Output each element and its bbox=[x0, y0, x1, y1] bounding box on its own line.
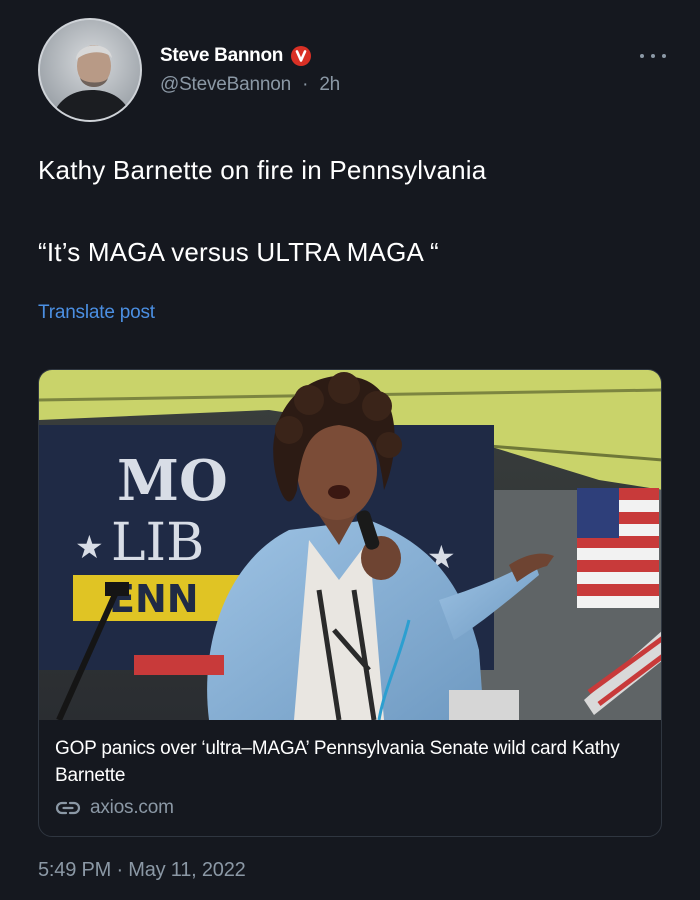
link-preview-card[interactable]: MO LIB ★ ★ ENN GOP panics over ‘ultra–MA… bbox=[38, 369, 662, 837]
translate-post-link[interactable]: Translate post bbox=[38, 302, 155, 324]
author-display-name[interactable]: Steve Bannon bbox=[160, 45, 283, 67]
svg-text:★: ★ bbox=[75, 528, 104, 566]
more-options-icon[interactable] bbox=[640, 50, 666, 62]
american-flag-graphic bbox=[577, 488, 659, 608]
link-card-title[interactable]: GOP panics over ‘ultra–MAGA’ Pennsylvani… bbox=[55, 735, 645, 789]
more-dot bbox=[662, 54, 666, 58]
author-name-row: Steve Bannon bbox=[160, 44, 340, 68]
post-text: Kathy Barnette on fire in Pennsylvania “… bbox=[38, 152, 668, 270]
link-card-body: GOP panics over ‘ultra–MAGA’ Pennsylvani… bbox=[55, 735, 645, 819]
author-meta-row: @SteveBannon · 2h bbox=[160, 74, 340, 96]
post-time-ago[interactable]: 2h bbox=[319, 74, 340, 95]
more-dot bbox=[640, 54, 644, 58]
link-preview-image[interactable]: MO LIB ★ ★ ENN bbox=[39, 370, 662, 720]
more-dot bbox=[651, 54, 655, 58]
link-card-domain-row: axios.com bbox=[55, 797, 645, 819]
verified-badge-icon bbox=[291, 46, 312, 66]
banner-text: LIB bbox=[111, 513, 204, 573]
avatar-photo bbox=[40, 20, 140, 120]
post-timestamp[interactable]: 5:49 PM · May 11, 2022 bbox=[38, 859, 246, 882]
author-handle[interactable]: @SteveBannon bbox=[160, 74, 291, 95]
post-text-line: “It’s MAGA versus ULTRA MAGA “ bbox=[38, 237, 439, 267]
author-avatar[interactable] bbox=[38, 18, 142, 122]
banner-text: MO bbox=[117, 448, 228, 514]
meta-separator: · bbox=[302, 74, 309, 95]
link-card-domain[interactable]: axios.com bbox=[90, 797, 174, 819]
author-info[interactable]: Steve Bannon @SteveBannon · 2h bbox=[160, 44, 340, 96]
post-text-line: Kathy Barnette on fire in Pennsylvania bbox=[38, 155, 487, 185]
link-icon bbox=[55, 801, 81, 815]
